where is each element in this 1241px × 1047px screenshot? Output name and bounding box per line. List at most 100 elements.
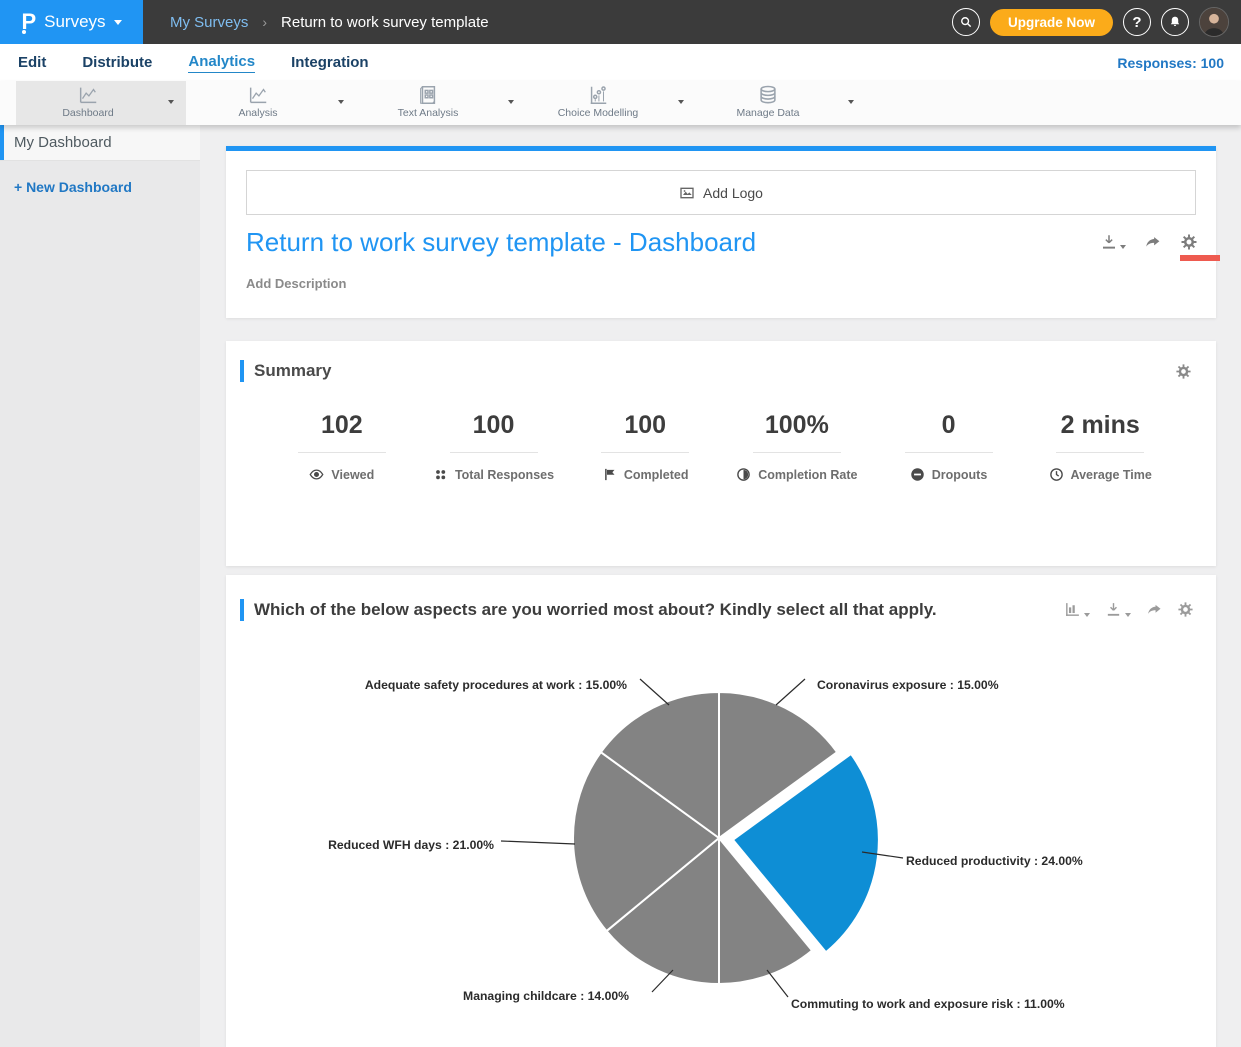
section-accent-bar: [240, 599, 244, 621]
add-logo-label: Add Logo: [703, 185, 763, 201]
toolbar-item-label: Dashboard: [62, 107, 113, 119]
upgrade-now-button[interactable]: Upgrade Now: [990, 9, 1113, 36]
pie-slice-label: Adequate safety procedures at work : 15.…: [365, 678, 627, 692]
minus-circle-icon: [910, 467, 925, 482]
active-indicator: [0, 125, 4, 160]
chevron-down-icon: [114, 20, 122, 25]
pie-label-leader-line: [501, 841, 575, 844]
summary-stat-completion-rate: 100% Completion Rate: [721, 403, 873, 482]
add-logo-button[interactable]: Add Logo: [246, 170, 1196, 215]
download-button[interactable]: [1105, 601, 1122, 618]
nav-tab-distribute[interactable]: Distribute: [82, 54, 152, 71]
question-mark-icon: ?: [1132, 14, 1141, 31]
chevron-down-icon: [508, 100, 514, 104]
add-description[interactable]: Add Description: [246, 276, 346, 291]
divider: [1056, 452, 1144, 453]
notifications-button[interactable]: [1161, 8, 1189, 36]
pie-label-leader-line: [640, 679, 669, 705]
contrast-icon: [736, 467, 751, 482]
divider: [298, 452, 386, 453]
dashboard-sidebar: My Dashboard + New Dashboard: [0, 125, 200, 1047]
pie-label-leader-line: [776, 679, 805, 705]
dots-grid-icon: [433, 467, 448, 482]
search-button[interactable]: [952, 8, 980, 36]
nav-tab-analytics[interactable]: Analytics: [188, 53, 255, 73]
toolbar-item-label: Choice Modelling: [558, 107, 639, 119]
main-content: Add Logo Return to work survey template …: [200, 125, 1241, 1047]
summary-stat-viewed: 102 Viewed: [266, 403, 418, 482]
line-chart-icon: [77, 84, 99, 106]
chevron-down-icon: [168, 100, 174, 104]
summary-stat-completed: 100 Completed: [569, 403, 721, 482]
divider: [905, 452, 993, 453]
sidebar-item-label: My Dashboard: [14, 134, 112, 151]
toolbar-item-label: Analysis: [238, 107, 277, 119]
divider: [601, 452, 689, 453]
text-doc-icon: [417, 84, 439, 106]
clock-icon: [1049, 467, 1064, 482]
help-button[interactable]: ?: [1123, 8, 1151, 36]
stat-label: Viewed: [331, 468, 374, 482]
image-icon: [679, 185, 695, 201]
analytics-toolbar: Dashboard Analysis Text Analysis Choice Mod…: [0, 81, 1241, 125]
dashboard-title[interactable]: Return to work survey template - Dashboa…: [246, 227, 756, 258]
divider: [753, 452, 841, 453]
section-accent-bar: [240, 360, 244, 382]
divider: [450, 452, 538, 453]
stat-label: Completion Rate: [758, 468, 857, 482]
scatter-icon: [587, 84, 609, 106]
responses-count[interactable]: Responses: 100: [1117, 44, 1224, 81]
toolbar-item-manage-data[interactable]: Manage Data: [696, 81, 866, 125]
pie-chart[interactable]: Coronavirus exposure : 15.00% Reduced pro…: [226, 653, 1216, 1045]
new-dashboard-button[interactable]: + New Dashboard: [14, 179, 200, 195]
stat-label: Completed: [624, 468, 689, 482]
question-card: Which of the below aspects are you worri…: [226, 575, 1216, 1047]
chevron-down-icon: [848, 100, 854, 104]
stat-value: 100%: [765, 403, 829, 440]
settings-gear-button[interactable]: [1180, 233, 1198, 251]
share-button[interactable]: [1146, 601, 1163, 618]
chevron-down-icon: [1125, 613, 1131, 617]
summary-stat-average-time: 2 minsAverage Time: [1024, 403, 1176, 482]
product-menu[interactable]: P Surveys: [0, 0, 143, 44]
product-name: Surveys: [44, 12, 105, 32]
summary-heading: Summary: [254, 361, 331, 381]
pie-label-leader-line: [767, 970, 788, 997]
dashboard-actions: [1100, 233, 1198, 251]
flag-icon: [602, 467, 617, 482]
stat-value: 102: [321, 403, 363, 440]
nav-tab-edit[interactable]: Edit: [18, 54, 46, 71]
search-icon: [959, 15, 973, 29]
download-button[interactable]: [1100, 233, 1118, 251]
stat-value: 100: [473, 403, 515, 440]
questionpro-logo-icon: P: [21, 11, 36, 33]
avatar[interactable]: [1199, 7, 1229, 37]
pie-slice-label: Commuting to work and exposure risk : 11…: [791, 997, 1065, 1011]
toolbar-item-analysis[interactable]: Analysis: [186, 81, 356, 125]
toolbar-item-text-analysis[interactable]: Text Analysis: [356, 81, 526, 125]
breadcrumb-separator: ›: [262, 14, 267, 30]
summary-settings-button[interactable]: [1175, 363, 1192, 380]
summary-stat-dropouts: 0Dropouts: [873, 403, 1025, 482]
settings-highlight-bar: [1180, 255, 1220, 261]
nav-tab-integration[interactable]: Integration: [291, 54, 369, 71]
toolbar-item-label: Text Analysis: [398, 107, 459, 119]
share-button[interactable]: [1144, 233, 1162, 251]
sidebar-item-my-dashboard[interactable]: My Dashboard: [0, 125, 200, 161]
chart-type-button[interactable]: [1064, 601, 1081, 618]
chevron-down-icon: [1084, 613, 1090, 617]
question-heading: Which of the below aspects are you worri…: [254, 600, 937, 620]
toolbar-item-dashboard[interactable]: Dashboard: [16, 81, 186, 125]
toolbar-item-choice-modelling[interactable]: Choice Modelling: [526, 81, 696, 125]
stat-label: Average Time: [1071, 468, 1152, 482]
top-header: P Surveys My Surveys › Return to work su…: [0, 0, 1241, 44]
breadcrumb-my-surveys[interactable]: My Surveys: [170, 14, 248, 31]
pie-slice-label: Coronavirus exposure : 15.00%: [817, 678, 999, 692]
question-actions: [1064, 601, 1194, 618]
pie-slice-label: Reduced productivity : 24.00%: [906, 854, 1083, 868]
pie-slice-label: Managing childcare : 14.00%: [463, 989, 629, 1003]
settings-gear-button[interactable]: [1177, 601, 1194, 618]
stat-value: 100: [624, 403, 666, 440]
summary-stat-total-responses: 100Total Responses: [418, 403, 570, 482]
survey-nav: Edit Distribute Analytics Integration Respo…: [0, 44, 1241, 81]
